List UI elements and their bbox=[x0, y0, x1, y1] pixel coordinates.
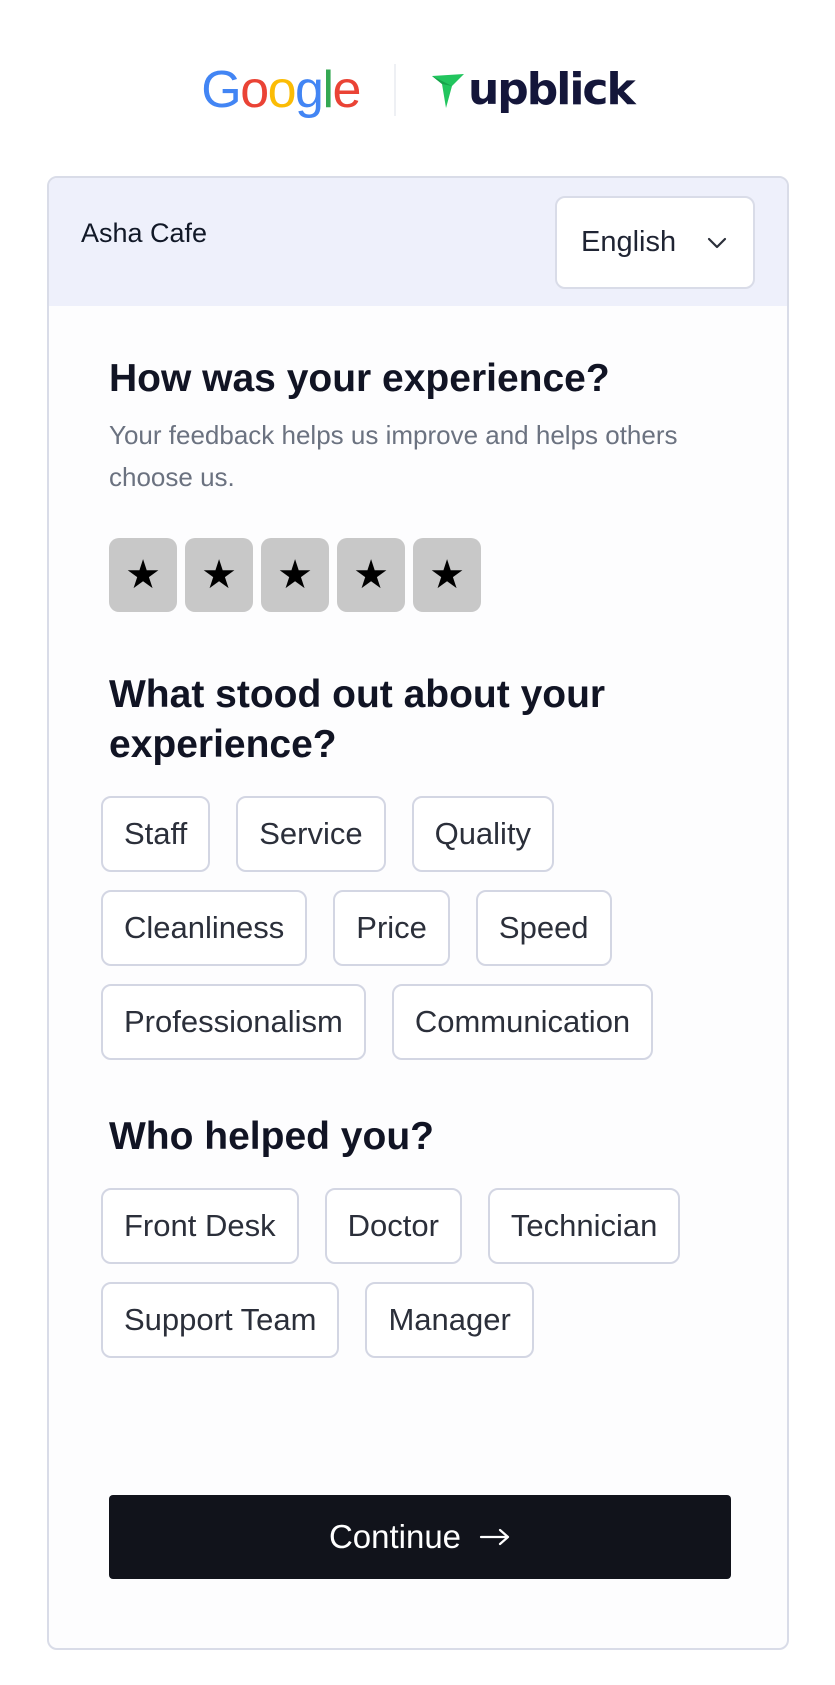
google-logo-letter: g bbox=[295, 61, 324, 119]
helper-chip-technician[interactable]: Technician bbox=[487, 1188, 681, 1264]
option-chip-cleanliness[interactable]: Cleanliness bbox=[101, 890, 308, 966]
continue-button-label: Continue bbox=[328, 1518, 462, 1555]
upblick-flag-icon bbox=[431, 74, 464, 108]
star-button-2[interactable]: ★ bbox=[185, 538, 253, 612]
option-chip-price[interactable]: Price bbox=[333, 890, 450, 966]
language-select[interactable]: English bbox=[555, 196, 755, 289]
star-icon: ★ bbox=[125, 553, 161, 597]
helper-chip-manager[interactable]: Manager bbox=[365, 1282, 534, 1358]
language-select-value: English bbox=[581, 226, 677, 258]
star-rating: ★ ★ ★ ★ ★ bbox=[109, 538, 749, 612]
option-chip-quality[interactable]: Quality bbox=[411, 796, 555, 872]
helpers-title: Who helped you? bbox=[109, 1115, 434, 1158]
upblick-logo: upblick bbox=[430, 64, 636, 115]
upblick-wordmark: upblick bbox=[467, 64, 636, 115]
star-icon: ★ bbox=[429, 553, 465, 597]
helper-chip-support-team[interactable]: Support Team bbox=[101, 1282, 340, 1358]
google-logo-letter: l bbox=[322, 61, 334, 119]
feedback-card: Asha Cafe English How was your experienc… bbox=[47, 176, 789, 1650]
google-logo: Google bbox=[201, 61, 362, 119]
star-icon: ★ bbox=[277, 553, 313, 597]
card-header: Asha Cafe English bbox=[49, 178, 787, 306]
rating-section: How was your experience? Your feedback h… bbox=[109, 354, 749, 612]
helper-chip-doctor[interactable]: Doctor bbox=[324, 1188, 462, 1264]
star-icon: ★ bbox=[353, 553, 389, 597]
star-button-3[interactable]: ★ bbox=[261, 538, 329, 612]
option-chip-communication[interactable]: Communication bbox=[391, 984, 654, 1060]
star-button-5[interactable]: ★ bbox=[413, 538, 481, 612]
standout-options: Staff Service Quality Cleanliness Price … bbox=[101, 796, 749, 1060]
helper-chip-front-desk[interactable]: Front Desk bbox=[101, 1188, 299, 1264]
star-icon: ★ bbox=[201, 553, 237, 597]
star-button-4[interactable]: ★ bbox=[337, 538, 405, 612]
google-logo-letter: e bbox=[332, 61, 362, 119]
continue-button[interactable]: Continue bbox=[109, 1495, 731, 1579]
chevron-down-icon bbox=[707, 237, 727, 248]
brand-header: Google upblick bbox=[0, 58, 835, 122]
rating-subtitle: Your feedback helps us improve and helps… bbox=[109, 420, 678, 492]
google-logo-letter: o bbox=[267, 61, 297, 119]
star-button-1[interactable]: ★ bbox=[109, 538, 177, 612]
option-chip-service[interactable]: Service bbox=[236, 796, 386, 872]
helper-options: Front Desk Doctor Technician Support Tea… bbox=[101, 1188, 749, 1358]
standout-title: What stood out about your experience? bbox=[109, 673, 606, 766]
header-divider bbox=[393, 64, 396, 116]
google-logo-letter: G bbox=[201, 61, 241, 119]
business-name: Asha Cafe bbox=[81, 218, 208, 248]
google-logo-letter: o bbox=[240, 61, 269, 119]
rating-title: How was your experience? bbox=[109, 357, 610, 400]
standout-section: What stood out about your experience? St… bbox=[101, 670, 749, 1060]
option-chip-speed[interactable]: Speed bbox=[475, 890, 612, 966]
arrow-right-icon bbox=[479, 1528, 510, 1546]
helpers-section: Who helped you? Front Desk Doctor Techni… bbox=[101, 1112, 749, 1358]
option-chip-professionalism[interactable]: Professionalism bbox=[101, 984, 366, 1060]
option-chip-staff[interactable]: Staff bbox=[101, 796, 211, 872]
